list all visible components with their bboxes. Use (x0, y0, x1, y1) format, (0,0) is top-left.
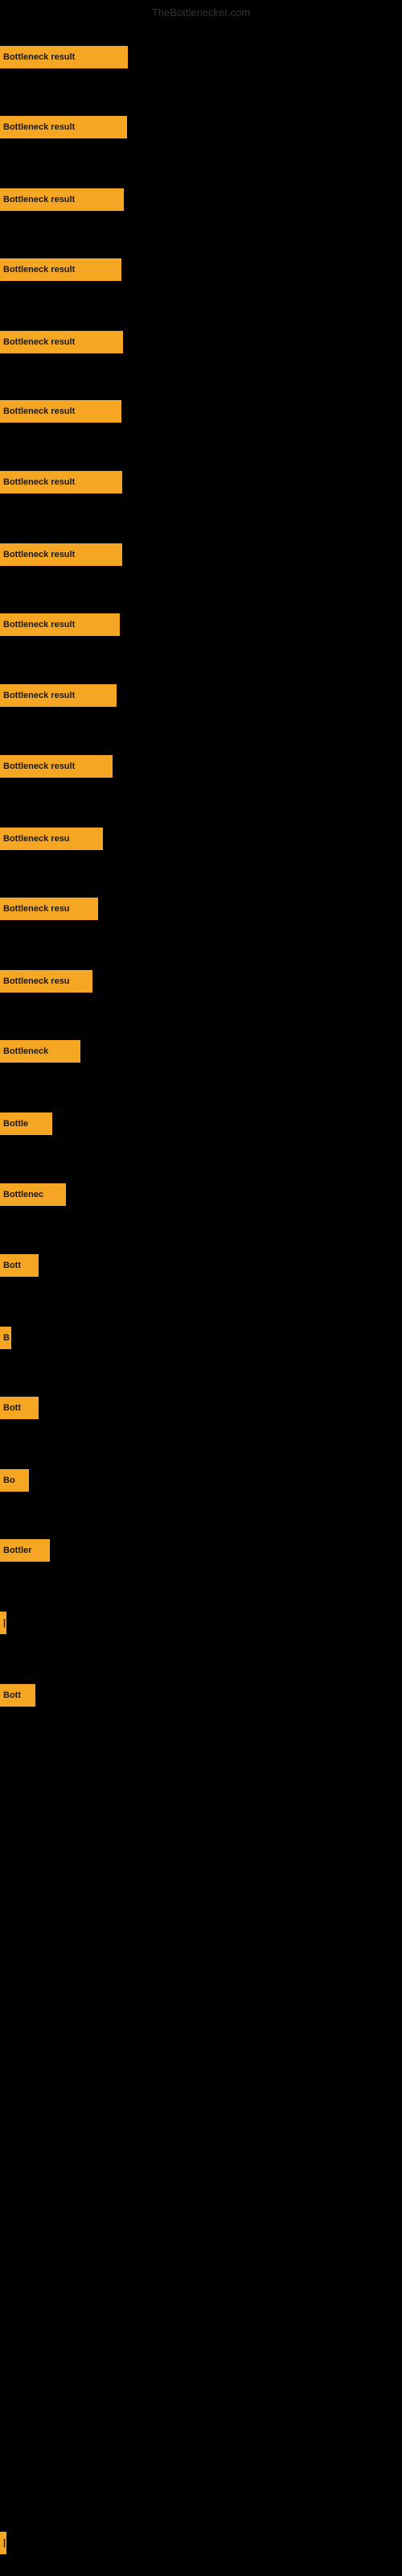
bottleneck-result-bar: | (0, 2532, 6, 2554)
site-title: TheBottlenecker.com (152, 6, 250, 19)
bottleneck-result-bar: Bottleneck resu (0, 898, 98, 920)
bottleneck-result-bar: Bottleneck result (0, 613, 120, 636)
bottleneck-result-label: Bottle (3, 1119, 28, 1129)
bottleneck-result-label: Bottler (3, 1546, 31, 1555)
bottleneck-result-bar: Bottleneck resu (0, 970, 92, 993)
bottleneck-result-label: | (3, 1618, 6, 1628)
bottleneck-result-bar: Bottleneck result (0, 116, 127, 138)
bottleneck-result-bar: Bottleneck result (0, 188, 124, 211)
bottleneck-result-label: Bottlenec (3, 1190, 43, 1199)
bottleneck-result-bar: Bottleneck (0, 1040, 80, 1063)
bottleneck-result-label: Bottleneck resu (3, 976, 70, 986)
bottleneck-result-label: Bottleneck result (3, 195, 75, 204)
bottleneck-result-label: Bottleneck result (3, 407, 75, 416)
bottleneck-result-bar: Bott (0, 1254, 39, 1277)
bottleneck-result-bar: Bottlenec (0, 1183, 66, 1206)
bottleneck-result-label: Bottleneck result (3, 265, 75, 275)
bottleneck-result-label: Bottleneck result (3, 691, 75, 700)
bottleneck-result-label: Bottleneck result (3, 337, 75, 347)
bottleneck-result-bar: Bo (0, 1469, 29, 1492)
bottleneck-result-bar: B (0, 1327, 11, 1349)
bottleneck-result-bar: Bottleneck result (0, 258, 121, 281)
bottleneck-result-bar: Bottle (0, 1113, 52, 1135)
bottleneck-result-label: Bottleneck resu (3, 834, 70, 844)
bottleneck-result-bar: Bottleneck result (0, 400, 121, 423)
bottleneck-result-label: Bottleneck resu (3, 904, 70, 914)
bottleneck-result-bar: Bottleneck result (0, 543, 122, 566)
bottleneck-result-label: | (3, 2538, 6, 2548)
bottleneck-result-bar: Bott (0, 1684, 35, 1707)
bottleneck-result-label: Bottleneck result (3, 52, 75, 62)
bottleneck-result-bar: Bott (0, 1397, 39, 1419)
bottleneck-result-label: Bott (3, 1690, 21, 1700)
bottleneck-result-bar: Bottleneck result (0, 471, 122, 493)
bottleneck-result-bar: Bottleneck result (0, 331, 123, 353)
bottleneck-result-label: Bo (3, 1476, 15, 1485)
bottleneck-result-bar: | (0, 1612, 6, 1634)
bottleneck-result-label: Bottleneck result (3, 550, 75, 559)
bottleneck-result-label: Bott (3, 1403, 21, 1413)
bottleneck-result-label: Bott (3, 1261, 21, 1270)
bottleneck-result-bar: Bottler (0, 1539, 50, 1562)
bottleneck-result-bar: Bottleneck result (0, 684, 117, 707)
bottleneck-result-label: Bottleneck (3, 1046, 48, 1056)
bottleneck-result-label: Bottleneck result (3, 620, 75, 630)
bottleneck-result-bar: Bottleneck result (0, 46, 128, 68)
bottleneck-result-bar: Bottleneck resu (0, 828, 103, 850)
bottleneck-result-label: Bottleneck result (3, 477, 75, 487)
bottleneck-result-label: B (3, 1333, 10, 1343)
bottleneck-result-label: Bottleneck result (3, 122, 75, 132)
bottleneck-result-bar: Bottleneck result (0, 755, 113, 778)
bottleneck-result-label: Bottleneck result (3, 762, 75, 771)
